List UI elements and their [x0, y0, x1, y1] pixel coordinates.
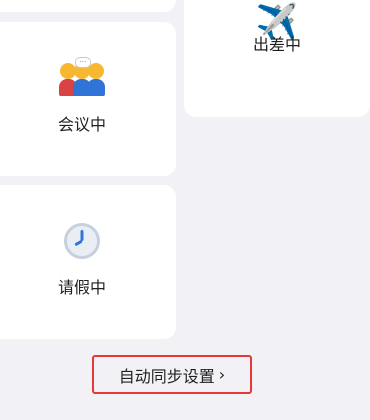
status-card-leave[interactable]: 请假中 — [0, 185, 176, 339]
clock-icon — [0, 223, 176, 268]
chevron-right-icon: › — [218, 365, 226, 384]
status-label-business-trip: 出差中 — [252, 35, 301, 54]
auto-sync-settings-link[interactable]: 自动同步设置 › — [92, 355, 252, 394]
status-label-meeting: 会议中 — [57, 115, 106, 134]
status-card-business-trip[interactable]: ✈️ 出差中 — [184, 0, 370, 117]
status-label-leave: 请假中 — [57, 278, 106, 297]
auto-sync-settings-label: 自动同步设置 — [118, 366, 215, 386]
meeting-people-icon: ··· — [0, 57, 176, 107]
status-card-partial[interactable] — [0, 0, 176, 12]
status-card-meeting[interactable]: ··· 会议中 — [0, 22, 176, 176]
